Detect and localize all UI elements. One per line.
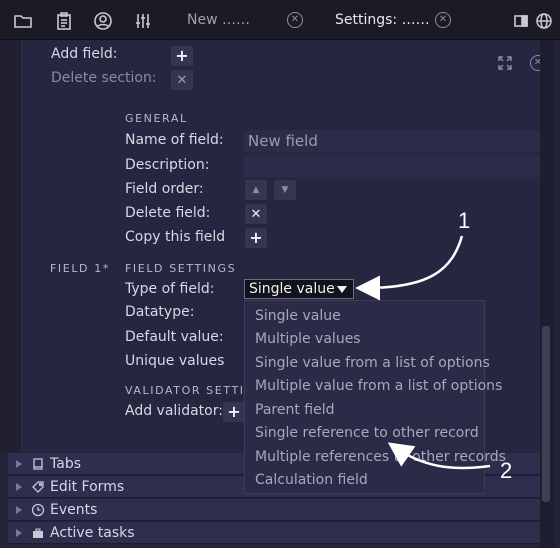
annotation-number-2: 2 xyxy=(500,458,513,483)
move-up-button[interactable]: ▲ xyxy=(245,180,267,200)
clock-icon xyxy=(30,502,46,518)
panel-active-tasks[interactable]: Active tasks xyxy=(8,522,540,544)
description-input[interactable] xyxy=(244,155,540,177)
sidebar-panel-icon[interactable] xyxy=(510,10,532,32)
delete-section-label: Delete section: xyxy=(51,70,157,86)
type-of-field-dropdown: Single value Multiple values Single valu… xyxy=(244,300,506,494)
book-icon xyxy=(30,456,46,472)
expand-triangle-icon xyxy=(16,459,22,468)
folder-icon[interactable] xyxy=(12,10,34,32)
sliders-icon[interactable] xyxy=(132,10,154,32)
expand-triangle-icon xyxy=(16,505,22,514)
expand-triangle-icon xyxy=(16,482,22,491)
copy-field-button[interactable]: + xyxy=(245,228,267,248)
panel-active-tasks-label: Active tasks xyxy=(50,524,135,541)
user-circle-icon[interactable] xyxy=(92,10,114,32)
dropdown-option[interactable]: Single reference to other record xyxy=(255,425,479,441)
datatype-label: Datatype: xyxy=(125,304,195,320)
dropdown-option[interactable]: Parent field xyxy=(255,402,334,418)
type-of-field-value: Single value xyxy=(249,281,335,297)
panel-tabs-label: Tabs xyxy=(50,455,81,472)
field-settings-heading: FIELD SETTINGS xyxy=(125,262,237,275)
field-order-label: Field order: xyxy=(125,181,204,197)
expand-triangle-icon xyxy=(16,528,22,537)
add-field-button[interactable]: + xyxy=(171,46,193,66)
panel-events-label: Events xyxy=(50,501,98,518)
add-field-label: Add field: xyxy=(51,46,118,62)
tab-new[interactable]: New …… xyxy=(187,0,250,40)
top-toolbar: New …… ✕ Settings: …… ✕ xyxy=(0,0,560,40)
add-validator-label: Add validator: xyxy=(125,403,223,419)
annotation-number-1: 1 xyxy=(458,208,471,233)
move-down-button[interactable]: ▼ xyxy=(274,180,296,200)
panel-edit-forms-label: Edit Forms xyxy=(50,478,125,495)
tab-new-close-icon[interactable]: ✕ xyxy=(287,12,303,28)
briefcase-icon xyxy=(30,525,46,541)
left-gutter xyxy=(0,40,22,452)
caret-down-icon xyxy=(337,286,347,293)
expand-icon[interactable] xyxy=(497,55,513,71)
field-row-label: FIELD 1* xyxy=(50,262,110,275)
validator-settings-heading: VALIDATOR SETTIN xyxy=(125,384,244,397)
name-of-field-input[interactable]: New field xyxy=(244,130,540,152)
delete-field-button[interactable]: ✕ xyxy=(245,204,267,224)
dropdown-option[interactable]: Multiple values xyxy=(255,331,361,347)
dropdown-option[interactable]: Calculation field xyxy=(255,472,368,488)
general-heading: GENERAL xyxy=(125,112,188,125)
unique-values-label: Unique values xyxy=(125,353,225,369)
tab-settings-close-icon[interactable]: ✕ xyxy=(435,12,451,28)
dropdown-option[interactable]: Multiple value from a list of options xyxy=(255,378,502,394)
delete-field-label: Delete field: xyxy=(125,205,211,221)
tag-icon xyxy=(30,479,46,495)
tab-settings-label: Settings: …… xyxy=(335,12,430,28)
type-of-field-label: Type of field: xyxy=(125,281,215,297)
dropdown-option[interactable]: Single value xyxy=(255,308,341,324)
clipboard-icon[interactable] xyxy=(53,10,75,32)
name-of-field-label: Name of field: xyxy=(125,132,224,148)
add-validator-button[interactable]: + xyxy=(223,402,245,422)
copy-field-label: Copy this field xyxy=(125,229,226,245)
globe-icon[interactable] xyxy=(533,10,555,32)
default-value-label: Default value: xyxy=(125,329,224,345)
delete-section-button[interactable]: ✕ xyxy=(171,70,193,90)
dropdown-option[interactable]: Single value from a list of options xyxy=(255,355,490,371)
description-label: Description: xyxy=(125,157,210,173)
tab-settings[interactable]: Settings: …… xyxy=(335,0,430,40)
panel-events[interactable]: Events xyxy=(8,499,540,521)
dropdown-option[interactable]: Multiple references to other records xyxy=(255,449,506,465)
type-of-field-select[interactable]: Single value xyxy=(244,279,354,299)
tab-new-label: New …… xyxy=(187,12,250,28)
scrollbar-thumb[interactable] xyxy=(542,326,550,502)
